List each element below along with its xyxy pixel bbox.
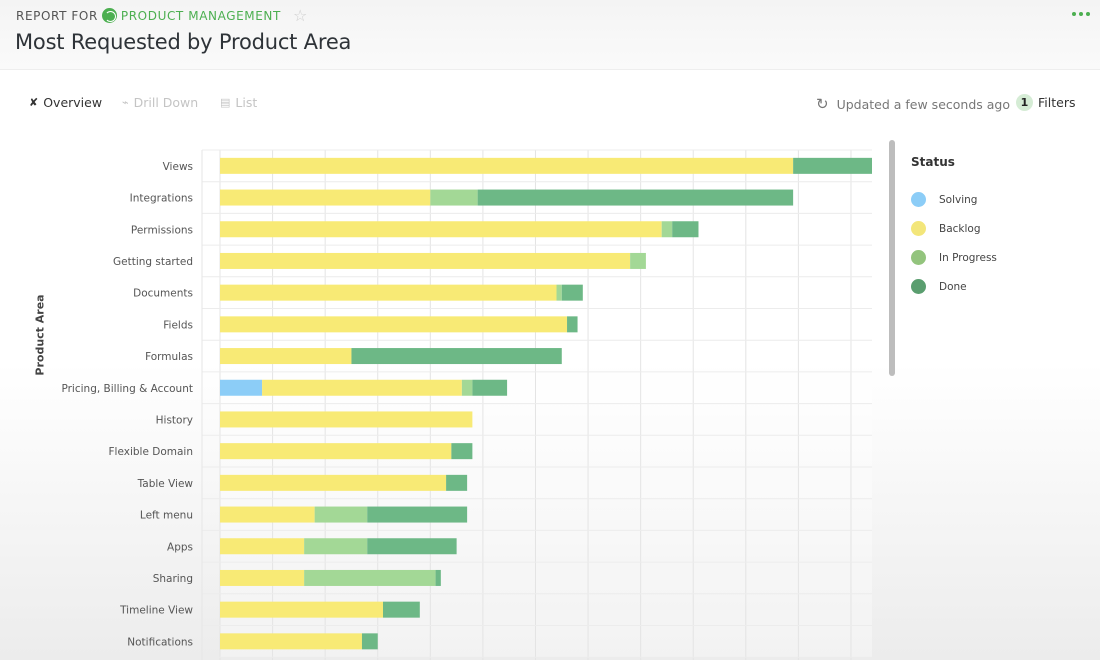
tab-label: List — [235, 95, 258, 110]
category-label: Left menu — [140, 510, 193, 522]
legend-title: Status — [911, 155, 955, 169]
bar-segment-backlog[interactable] — [220, 506, 315, 523]
category-label: Permissions — [131, 224, 193, 236]
legend-item-in-progress[interactable]: In Progress — [911, 243, 997, 272]
report-toolbar: ✘ Overview ⌁ Drill Down ▤ List ↻ Updated… — [0, 88, 1100, 118]
tab-drill-down[interactable]: ⌁ Drill Down — [122, 95, 198, 110]
filters-label: Filters — [1038, 95, 1076, 110]
bar-segment-done[interactable] — [451, 443, 473, 460]
legend-swatch — [911, 250, 926, 265]
legend-item-done[interactable]: Done — [911, 272, 997, 301]
bar-segment-done[interactable] — [672, 221, 699, 238]
category-label: Flexible Domain — [109, 446, 194, 458]
legend: Status Solving Backlog In Progress Done — [911, 155, 997, 301]
bar-segment-backlog[interactable] — [220, 189, 431, 206]
list-icon: ▤ — [220, 96, 231, 109]
legend-swatch — [911, 221, 926, 236]
bar-segment-solving[interactable] — [220, 379, 263, 396]
bar-segment-done[interactable] — [793, 157, 872, 174]
category-label: Pricing, Billing & Account — [61, 383, 193, 395]
chart-icon: ✘ — [29, 96, 39, 109]
legend-item-backlog[interactable]: Backlog — [911, 214, 997, 243]
bar-segment-done[interactable] — [351, 348, 562, 365]
category-label: Getting started — [113, 256, 193, 268]
category-label: Table View — [137, 478, 194, 490]
more-dot-icon — [1072, 12, 1076, 16]
bar-segment-backlog[interactable] — [220, 348, 352, 365]
chart-scrollbar[interactable] — [889, 140, 895, 376]
drill-icon: ⌁ — [122, 96, 129, 109]
bar-segment-done[interactable] — [561, 284, 583, 301]
legend-swatch — [911, 279, 926, 294]
bar-segment-done[interactable] — [367, 506, 468, 523]
bar-segment-backlog[interactable] — [220, 633, 362, 650]
workspace-logo-icon — [101, 8, 117, 23]
updated-text: Updated a few seconds ago — [836, 96, 1010, 112]
category-label: Notifications — [127, 636, 193, 648]
legend-label: Done — [939, 280, 967, 293]
bar-segment-backlog[interactable] — [220, 252, 631, 269]
tab-label: Overview — [43, 95, 103, 110]
bar-segment-backlog[interactable] — [220, 601, 383, 618]
legend-label: Backlog — [939, 222, 981, 235]
bar-segment-in-progress[interactable] — [461, 379, 473, 396]
bar-chart: Views Integrations Permissions Getting star… — [61, 149, 872, 660]
filters-count-badge: 1 — [1016, 94, 1033, 111]
bar-segment-backlog[interactable] — [262, 379, 462, 396]
legend-swatch — [911, 192, 926, 207]
chart-area: Product Area Views Integrations Permission… — [0, 138, 880, 660]
bar-segment-in-progress[interactable] — [304, 538, 368, 555]
category-label: Fields — [163, 319, 193, 331]
report-for-line: REPORT FOR PRODUCT MANAGEMENT ☆ — [16, 6, 308, 25]
last-updated: ↻ Updated a few seconds ago — [816, 95, 1010, 113]
report-for-label: REPORT FOR — [16, 8, 98, 23]
category-label: Apps — [167, 541, 193, 553]
bar-segment-done[interactable] — [477, 189, 794, 206]
refresh-icon[interactable]: ↻ — [816, 95, 829, 113]
tab-overview[interactable]: ✘ Overview — [29, 95, 102, 110]
bar-segment-backlog[interactable] — [220, 443, 452, 460]
page-title: Most Requested by Product Area — [15, 30, 352, 54]
bar-segment-in-progress[interactable] — [314, 506, 368, 523]
bar-segment-backlog[interactable] — [220, 538, 305, 555]
category-label: Formulas — [145, 351, 193, 363]
bar-segment-done[interactable] — [383, 601, 420, 618]
report-header: REPORT FOR PRODUCT MANAGEMENT ☆ Most Req… — [0, 0, 1100, 70]
category-label: Views — [163, 161, 193, 173]
bar-segment-in-progress[interactable] — [661, 221, 673, 238]
legend-label: In Progress — [939, 251, 997, 264]
bar-segment-done[interactable] — [367, 538, 457, 555]
category-label: Integrations — [130, 193, 193, 205]
bar-segment-done[interactable] — [567, 316, 578, 333]
bar-segment-in-progress[interactable] — [630, 252, 646, 269]
bar-segment-backlog[interactable] — [220, 157, 794, 174]
bar-segment-backlog[interactable] — [220, 316, 568, 333]
bar-segment-done[interactable] — [446, 474, 468, 491]
bar-segment-in-progress[interactable] — [430, 189, 478, 206]
category-label: History — [156, 414, 193, 426]
bar-segment-backlog[interactable] — [220, 221, 662, 238]
category-label: Documents — [133, 288, 193, 300]
legend-label: Solving — [939, 193, 978, 206]
bar-segment-done[interactable] — [435, 569, 441, 586]
filters-button[interactable]: 1 Filters — [1016, 94, 1075, 111]
tab-label: Drill Down — [133, 95, 199, 110]
bar-segment-backlog[interactable] — [220, 569, 305, 586]
category-label: Sharing — [153, 573, 193, 585]
bar-segment-in-progress[interactable] — [304, 569, 436, 586]
category-label: Timeline View — [119, 605, 193, 617]
bar-segment-backlog[interactable] — [220, 474, 447, 491]
more-dot-icon — [1086, 12, 1090, 16]
star-outline-icon[interactable]: ☆ — [293, 6, 308, 25]
tab-list[interactable]: ▤ List — [220, 95, 257, 110]
more-options-button[interactable] — [1072, 12, 1090, 16]
bar-segment-backlog[interactable] — [220, 411, 473, 428]
bar-segment-done[interactable] — [361, 633, 378, 650]
bar-segment-done[interactable] — [472, 379, 508, 396]
legend-item-solving[interactable]: Solving — [911, 185, 997, 214]
workspace-link[interactable]: PRODUCT MANAGEMENT — [121, 9, 281, 23]
bar-segment-backlog[interactable] — [220, 284, 557, 301]
bar-segment-in-progress[interactable] — [556, 284, 562, 301]
more-dot-icon — [1079, 12, 1083, 16]
